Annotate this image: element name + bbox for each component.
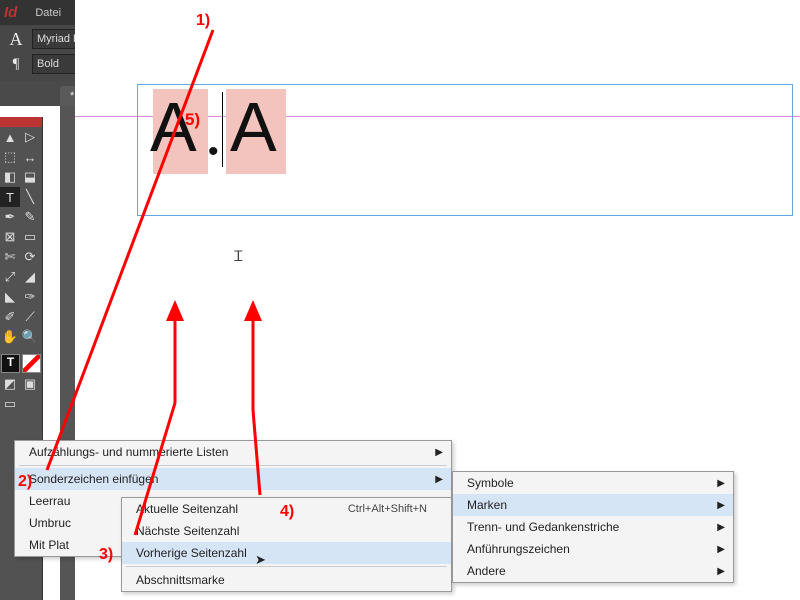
char-mode-icon[interactable]: A (6, 29, 26, 50)
para-mode-icon[interactable]: ¶ (6, 56, 26, 73)
line-tool-icon[interactable]: ╲ (20, 187, 40, 207)
gradient-tool-icon[interactable]: ◢ (20, 267, 40, 287)
direct-selection-tool-icon[interactable]: ▷ (20, 127, 40, 147)
menu-item-markers[interactable]: Marken▶ (453, 494, 733, 516)
menu-item-quotes[interactable]: Anführungszeichen▶ (453, 538, 733, 560)
menu-item-bulleted-lists[interactable]: Aufzählungs- und nummerierte Listen▶ (15, 441, 451, 463)
zoom-tool-icon[interactable]: 🔍 (20, 327, 40, 347)
menu-item-other[interactable]: Andere▶ (453, 560, 733, 582)
menu-datei[interactable]: Datei (27, 3, 69, 23)
content-tool-icon[interactable]: ◧ (0, 167, 20, 187)
page-tool-icon[interactable]: ⬚ (0, 147, 20, 167)
eyedropper-tool-icon[interactable]: ✐ (0, 307, 20, 327)
glyph-a2: A (230, 92, 277, 162)
menu-popup-level3: Symbole▶ Marken▶ Trenn- und Gedankenstri… (452, 471, 734, 583)
hand-tool-icon[interactable]: ✋ (0, 327, 20, 347)
apply-color-icon[interactable]: ▣ (20, 374, 40, 394)
pen-tool-icon[interactable]: ✒ (0, 207, 20, 227)
default-colors-icon[interactable]: ◩ (0, 374, 20, 394)
tool-panel-grip[interactable] (0, 117, 42, 127)
annotation-1: 1) (196, 12, 210, 30)
text-caret (222, 92, 223, 167)
arrow-cursor-icon: ➤ (255, 552, 266, 568)
fill-swatch[interactable]: T (1, 354, 20, 373)
transform-tool-icon[interactable]: ⟳ (20, 247, 40, 267)
gap-tool-icon[interactable]: ↔ (20, 147, 40, 167)
rectangle-tool-icon[interactable]: ▭ (20, 227, 40, 247)
menu-item-previous-page-number[interactable]: Vorherige Seitenzahl (122, 542, 451, 564)
annotation-3: 3) (99, 546, 113, 564)
menu-item-next-page-number[interactable]: Nächste Seitenzahl (122, 520, 451, 542)
ibeam-cursor-icon: Ꮖ (234, 248, 243, 265)
content-tool2-icon[interactable]: ⬓ (20, 167, 40, 187)
measure-tool-icon[interactable]: ⟋ (20, 307, 40, 327)
pencil-tool-icon[interactable]: ✎ (20, 207, 40, 227)
app-logo: Id (4, 4, 17, 21)
transform2-tool-icon[interactable]: ⤢ (0, 267, 20, 287)
menu-item-section-marker[interactable]: Abschnittsmarke (122, 569, 451, 591)
type-tool-icon[interactable]: T (0, 187, 20, 207)
stroke-swatch[interactable] (22, 354, 41, 373)
annotation-2: 2) (18, 473, 32, 491)
frame-tool-icon[interactable]: ⊠ (0, 227, 20, 247)
selection-tool-icon[interactable]: ▲ (0, 127, 20, 147)
annotation-4: 4) (280, 503, 294, 521)
note-tool-icon[interactable]: ✑ (20, 287, 40, 307)
menu-separator (126, 566, 447, 567)
menu-item-hyphens[interactable]: Trenn- und Gedankenstriche▶ (453, 516, 733, 538)
bullet-glyph: • (208, 135, 219, 169)
annotation-5: 5) (185, 110, 200, 130)
menu-item-symbols[interactable]: Symbole▶ (453, 472, 733, 494)
menu-item-insert-special[interactable]: Sonderzeichen einfügen▶ (15, 468, 451, 490)
menu-separator (19, 465, 447, 466)
screen-mode-tool-icon[interactable]: ▭ (0, 394, 20, 414)
scissors-tool-icon[interactable]: ✄ (0, 247, 20, 267)
gradient2-tool-icon[interactable]: ◣ (0, 287, 20, 307)
